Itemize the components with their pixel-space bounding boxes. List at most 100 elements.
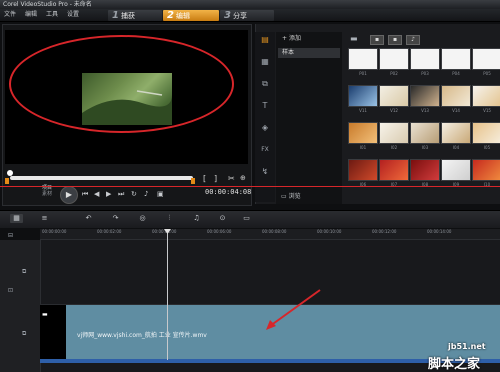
annotation-arrow xyxy=(266,289,321,330)
library-thumbnail[interactable] xyxy=(472,85,500,107)
path-icon[interactable]: ↯ xyxy=(260,167,270,176)
transition-icon[interactable]: ⧉ xyxy=(260,79,270,88)
subtitle-editor-icon[interactable]: ▭ xyxy=(240,214,253,223)
library-thumbnail-label: I04 xyxy=(452,145,460,150)
redo-icon[interactable]: ↷ xyxy=(109,214,122,223)
playhead-line[interactable] xyxy=(167,230,168,360)
folder-icon[interactable]: ▬ xyxy=(350,34,358,43)
prev-frame-icon[interactable]: ◀ xyxy=(94,190,99,198)
overlay-track-icon[interactable]: ⧉ xyxy=(22,330,34,338)
add-folder-label: 添加 xyxy=(288,35,301,42)
filter-icon[interactable]: FX xyxy=(260,145,270,154)
menu-tools[interactable]: 工具 xyxy=(46,9,58,21)
library-thumbnail-label: P04 xyxy=(452,71,460,76)
library-thumbnail[interactable] xyxy=(379,159,409,181)
add-folder-button[interactable]: + 添加 xyxy=(282,33,301,42)
browse-label: 浏览 xyxy=(288,193,301,200)
home-icon[interactable]: ⏮ xyxy=(82,190,88,199)
watermark-url: jb51.net xyxy=(448,342,486,351)
library-thumbnail[interactable] xyxy=(441,48,471,70)
menu-file[interactable]: 文件 xyxy=(4,9,16,21)
trim-start-marker[interactable] xyxy=(5,178,9,184)
record-capture-icon[interactable]: ◎ xyxy=(136,214,149,223)
library-thumbnail-label: V11 xyxy=(359,108,367,113)
library-thumbnail-label: V13 xyxy=(421,108,429,113)
tab-share[interactable]: 3 分享 xyxy=(220,10,274,21)
folder-item-samples[interactable]: 样本 xyxy=(278,48,340,58)
ruler-tick: 00:00:10:00 xyxy=(317,229,342,234)
clip-mode-label[interactable]: 素材 xyxy=(42,191,52,197)
graphic-icon[interactable]: ◈ xyxy=(260,123,270,132)
step-number: 2 xyxy=(167,10,174,21)
auto-music-icon[interactable]: ♫ xyxy=(190,214,203,223)
library-thumbnail[interactable] xyxy=(410,85,440,107)
title-icon[interactable]: T xyxy=(260,101,270,110)
motion-track-icon[interactable]: ⊙ xyxy=(216,214,229,223)
library-thumbnail[interactable] xyxy=(472,122,500,144)
browse-button[interactable]: ▭ 浏览 xyxy=(281,191,301,200)
tab-label: 捕获 xyxy=(120,12,135,20)
cut-icon[interactable]: ✂ xyxy=(228,174,235,183)
track-manager-icon[interactable]: ⊟ xyxy=(8,232,20,240)
ripple-edit-icon[interactable]: ⊡ xyxy=(8,287,20,295)
step-number: 1 xyxy=(112,10,119,21)
storyboard-view-icon[interactable]: ▦ xyxy=(10,214,23,223)
library-thumbnail[interactable] xyxy=(410,159,440,181)
library-thumbnail[interactable] xyxy=(410,48,440,70)
library-thumbnail[interactable] xyxy=(379,85,409,107)
audio-mixer-icon[interactable]: ⫶ xyxy=(163,214,176,223)
menu-edit[interactable]: 编辑 xyxy=(25,9,37,21)
undo-icon[interactable]: ↶ xyxy=(82,214,95,223)
library-thumbnail-label: V12 xyxy=(390,108,398,113)
library-thumbnail[interactable] xyxy=(441,159,471,181)
library-thumbnail[interactable] xyxy=(348,122,378,144)
tab-edit[interactable]: 2 编辑 xyxy=(163,10,219,21)
menu-settings[interactable]: 设置 xyxy=(67,9,79,21)
expand-icon[interactable]: ⊕ xyxy=(240,174,246,182)
scrubber-track[interactable] xyxy=(10,176,193,180)
mark-in-button[interactable]: [ xyxy=(203,174,206,183)
library-thumbnail[interactable] xyxy=(348,48,378,70)
library-thumbnail[interactable] xyxy=(472,159,500,181)
instant-project-icon[interactable]: ▦ xyxy=(260,57,270,66)
tab-label: 编辑 xyxy=(175,12,190,20)
video-track-icon[interactable]: ⧉ xyxy=(22,268,34,276)
volume-icon[interactable]: ♪ xyxy=(144,190,148,198)
fullscreen-icon[interactable]: ▣ xyxy=(157,190,164,198)
end-icon[interactable]: ⏭ xyxy=(118,190,124,199)
library-thumbnail-label: V14 xyxy=(452,108,460,113)
library-thumbnail-label: I03 xyxy=(421,145,429,150)
trim-end-marker[interactable] xyxy=(191,178,195,184)
ruler-tick: 00:00:06:00 xyxy=(207,229,232,234)
ruler-tick: 00:00:04:00 xyxy=(152,229,177,234)
show-videos-button[interactable]: ▪ xyxy=(370,35,384,45)
media-grid: P01 P02 P03 P04 P05 V11 V12 V13 V14 V15 I01 I02 I03 I… xyxy=(348,48,500,196)
library-thumbnail[interactable] xyxy=(410,122,440,144)
library-thumbnail[interactable] xyxy=(348,85,378,107)
library-thumbnail[interactable] xyxy=(472,48,500,70)
library-thumbnail[interactable] xyxy=(348,159,378,181)
ruler-tick: 00:00:00:00 xyxy=(42,229,67,234)
timeline-view-icon[interactable]: ≡ xyxy=(38,214,51,223)
highlight-ellipse xyxy=(9,35,234,133)
scrubber-handle[interactable] xyxy=(7,170,13,176)
tab-capture[interactable]: 1 捕获 xyxy=(108,10,162,21)
show-audio-button[interactable]: ♪ xyxy=(406,35,420,45)
library-thumbnail-label: I02 xyxy=(390,145,398,150)
mark-out-button[interactable]: ] xyxy=(214,174,217,183)
repeat-icon[interactable]: ↻ xyxy=(131,190,137,198)
library-thumbnail[interactable] xyxy=(379,122,409,144)
app-title: Corel VideoStudio Pro - 未命名 xyxy=(3,1,92,8)
library-thumbnail-label: I05 xyxy=(483,145,491,150)
next-frame-icon[interactable]: ▶ xyxy=(106,190,111,198)
library-thumbnail[interactable] xyxy=(441,85,471,107)
play-button[interactable]: ▶ xyxy=(60,186,78,204)
media-category-icon[interactable]: ▤ xyxy=(260,35,270,44)
library-thumbnail[interactable] xyxy=(379,48,409,70)
library-thumbnail[interactable] xyxy=(441,122,471,144)
plus-icon: + xyxy=(282,35,289,42)
step-number: 3 xyxy=(224,10,231,21)
show-photos-button[interactable]: ▪ xyxy=(388,35,402,45)
timecode-display[interactable]: 00:00:04:08 xyxy=(205,188,251,196)
highlight-line xyxy=(0,186,500,187)
